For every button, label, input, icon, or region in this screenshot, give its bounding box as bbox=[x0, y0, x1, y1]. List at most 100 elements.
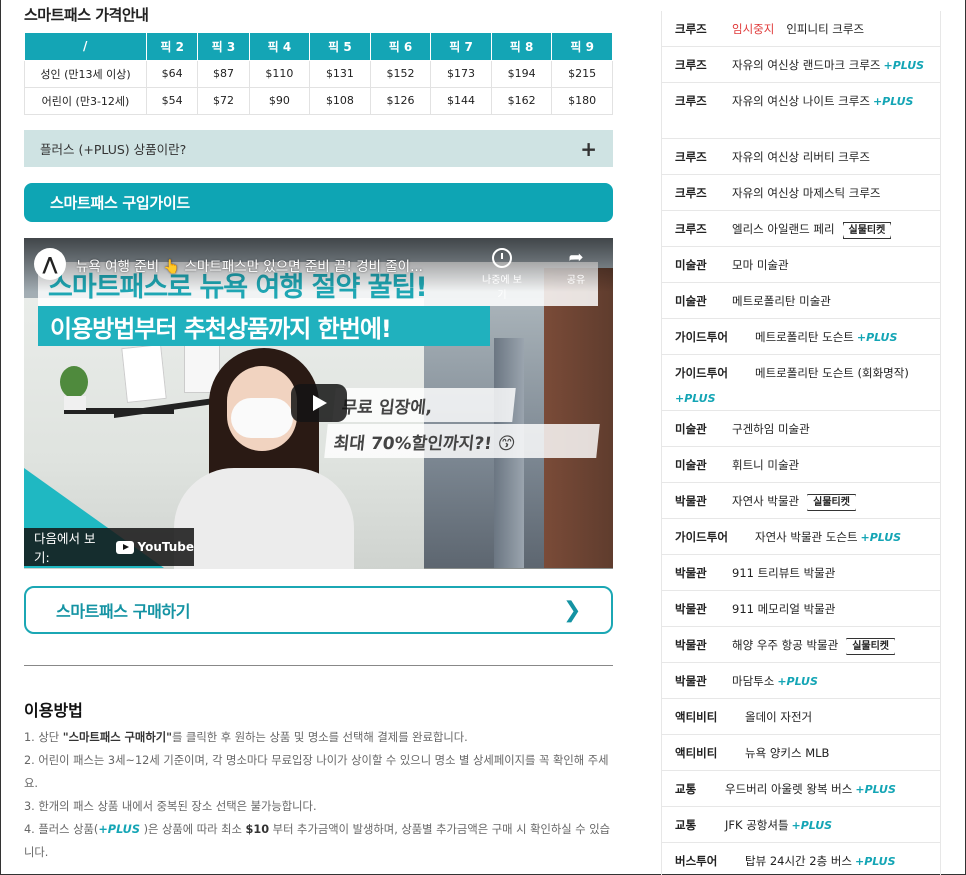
attraction-item[interactable]: 크루즈 엘리스 아일랜드 페리 실물티켓 bbox=[662, 211, 940, 247]
expand-plus-icon[interactable]: + bbox=[580, 137, 597, 161]
attraction-item[interactable]: 크루즈 자유의 여신상 나이트 크루즈 +PLUS bbox=[662, 83, 940, 139]
attraction-name-wrap: 메트로폴리탄 도슨트 (회화명작) bbox=[755, 365, 909, 381]
purchase-guide-header: 스마트패스 구입가이드 bbox=[24, 183, 613, 222]
video-title[interactable]: 뉴욕 여행 준비 👆 스마트패스만 있으면 준비 끝! 경비 줄이... bbox=[76, 255, 423, 275]
buy-smartpass-button[interactable]: 스마트패스 구매하기 ❯ bbox=[24, 586, 613, 634]
section-divider bbox=[24, 665, 613, 666]
attraction-category: 가이드투어 bbox=[675, 330, 728, 344]
attraction-category: 교통 bbox=[675, 782, 697, 796]
attraction-name-wrap: 911 메모리얼 박물관 bbox=[732, 601, 835, 617]
attraction-item[interactable]: 미술관 모마 미술관 bbox=[662, 247, 940, 283]
price-cell: $64 bbox=[145, 59, 199, 88]
plus-tag: +PLUS bbox=[860, 531, 902, 544]
watch-later-button[interactable]: 나중에 보기 bbox=[482, 248, 522, 301]
attraction-name: 자연사 박물관 도슨트 bbox=[755, 530, 858, 544]
attraction-item[interactable]: 미술관 구겐하임 미술관 bbox=[662, 411, 940, 447]
attraction-name: 마담투소 bbox=[732, 674, 775, 688]
attraction-category: 버스투어 bbox=[675, 854, 718, 868]
physical-ticket-badge: 실물티켓 bbox=[807, 494, 856, 511]
youtube-video-embed[interactable]: 스마트패스로 뉴욕 여행 절약 꿀팁! 이용방법부터 추천상품까지 한번에! 무… bbox=[24, 238, 613, 569]
price-cell: $194 bbox=[490, 59, 553, 88]
attraction-category: 박물관 bbox=[675, 494, 707, 508]
attraction-item[interactable]: 가이드투어 메트로폴리탄 도슨트 +PLUS bbox=[662, 319, 940, 355]
physical-ticket-badge: 실물티켓 bbox=[842, 222, 892, 239]
play-button[interactable] bbox=[291, 384, 347, 422]
attraction-name: 뉴욕 양키스 MLB bbox=[745, 746, 830, 760]
price-cell: $180 bbox=[551, 86, 613, 115]
attraction-name: 자유의 여신상 나이트 크루즈 bbox=[732, 94, 870, 108]
attraction-name-wrap: 모마 미술관 bbox=[732, 257, 789, 273]
attraction-item[interactable]: 박물관 911 트리뷰트 박물관 bbox=[662, 555, 940, 591]
attraction-item[interactable]: 크루즈 자유의 여신상 랜드마크 크루즈 +PLUS bbox=[662, 47, 940, 83]
attraction-category: 크루즈 bbox=[675, 58, 707, 72]
price-section-title: 스마트패스 가격안내 bbox=[24, 6, 149, 24]
channel-logo-icon[interactable]: ⋀ bbox=[34, 248, 66, 280]
attraction-name-wrap: 해양 우주 항공 박물관 실물티켓 bbox=[732, 637, 895, 655]
attraction-item[interactable]: 박물관 해양 우주 항공 박물관 실물티켓 bbox=[662, 627, 940, 663]
share-label: 공유 bbox=[566, 275, 586, 286]
attraction-item[interactable]: 가이드투어 메트로폴리탄 도슨트 (회화명작) +PLUS bbox=[662, 355, 940, 411]
price-cell: $144 bbox=[430, 86, 492, 115]
attraction-category: 크루즈 bbox=[675, 222, 707, 236]
attraction-item[interactable]: 버스투어 탑뷰 24시간 2층 버스 +PLUS bbox=[662, 843, 940, 875]
price-row-label: 성인 (만13세 이상) bbox=[24, 59, 147, 88]
video-person-body bbox=[174, 468, 354, 569]
attraction-name: 메트로폴리탄 도슨트 bbox=[755, 330, 854, 344]
attraction-name: 모마 미술관 bbox=[732, 258, 789, 272]
attraction-name: 탑뷰 24시간 2층 버스 bbox=[745, 854, 852, 868]
attraction-item[interactable]: 크루즈 임시중지 인피니티 크루즈 bbox=[662, 11, 940, 47]
watch-later-label: 나중에 보기 bbox=[482, 275, 522, 301]
attraction-item[interactable]: 액티비티 뉴욕 양키스 MLB bbox=[662, 735, 940, 771]
attraction-name-wrap: 메트로폴리탄 미술관 bbox=[732, 293, 831, 309]
usage-item: 4. 플러스 상품(+PLUS )은 상품에 따라 최소 $10 부터 추가금액… bbox=[24, 823, 610, 859]
video-plant bbox=[60, 366, 88, 398]
attraction-name: 자연사 박물관 bbox=[732, 494, 800, 508]
price-column-header: 픽 6 bbox=[369, 33, 432, 61]
attraction-name-wrap: 우드버리 아울렛 왕복 버스 +PLUS bbox=[725, 781, 896, 797]
usage-item: 1. 상단 "스마트패스 구매하기"를 클릭한 후 원하는 상품 및 명소를 선… bbox=[24, 731, 468, 744]
attraction-category: 박물관 bbox=[675, 566, 707, 580]
attraction-item[interactable]: 가이드투어 자연사 박물관 도슨트 +PLUS bbox=[662, 519, 940, 555]
attraction-category: 가이드투어 bbox=[675, 530, 728, 544]
video-bridge bbox=[544, 268, 613, 568]
price-cell: $173 bbox=[430, 59, 492, 88]
attraction-category: 박물관 bbox=[675, 638, 707, 652]
price-cell: $90 bbox=[248, 86, 311, 115]
plus-tag: +PLUS bbox=[791, 819, 833, 832]
attraction-category: 크루즈 bbox=[675, 186, 707, 200]
attraction-list: 크루즈 임시중지 인피니티 크루즈 크루즈 자유의 여신상 랜드마크 크루즈 +PLUS 크… bbox=[661, 11, 941, 875]
watch-on-youtube-button[interactable]: 다음에서 보기: YouTube bbox=[24, 528, 194, 566]
attraction-item[interactable]: 크루즈 자유의 여신상 마제스틱 크루즈 bbox=[662, 175, 940, 211]
video-person-mask bbox=[231, 398, 293, 438]
attraction-item[interactable]: 교통 JFK 공항셔틀 +PLUS bbox=[662, 807, 940, 843]
attraction-item[interactable]: 박물관 마담투소 +PLUS bbox=[662, 663, 940, 699]
price-row: 어린이 (만3-12세) $54 $72 $90 $108 $126 $144 $162 $18… bbox=[24, 86, 613, 115]
attraction-name-wrap: 탑뷰 24시간 2층 버스 +PLUS bbox=[745, 853, 896, 869]
attraction-item[interactable]: 액티비티 올데이 자전거 bbox=[662, 699, 940, 735]
attraction-item[interactable]: 크루즈 자유의 여신상 리버티 크루즈 bbox=[662, 139, 940, 175]
attraction-name: 자유의 여신상 리버티 크루즈 bbox=[732, 150, 870, 164]
youtube-play-icon bbox=[116, 540, 135, 554]
plus-faq-accordion[interactable]: 플러스 (+PLUS) 상품이란? + bbox=[24, 130, 613, 167]
price-cell: $87 bbox=[197, 59, 250, 88]
price-column-header: 픽 9 bbox=[551, 33, 613, 61]
attraction-category: 미술관 bbox=[675, 422, 707, 436]
price-column-header: 픽 4 bbox=[248, 33, 311, 61]
attraction-item[interactable]: 박물관 자연사 박물관 실물티켓 bbox=[662, 483, 940, 519]
price-row: 성인 (만13세 이상) $64 $87 $110 $131 $152 $173 $194 $2… bbox=[24, 59, 613, 88]
attraction-item[interactable]: 교통 우드버리 아울렛 왕복 버스 +PLUS bbox=[662, 771, 940, 807]
attraction-name-wrap: 자연사 박물관 실물티켓 bbox=[732, 493, 856, 511]
video-caption: 최대 70%할인까지?! 😙 bbox=[324, 424, 600, 458]
attraction-item[interactable]: 미술관 메트로폴리탄 미술관 bbox=[662, 283, 940, 319]
attraction-name-wrap: 자유의 여신상 마제스틱 크루즈 bbox=[732, 185, 881, 201]
share-button[interactable]: ➦ 공유 bbox=[556, 248, 596, 287]
attraction-name: 우드버리 아울렛 왕복 버스 bbox=[725, 782, 853, 796]
price-cell: $54 bbox=[145, 86, 199, 115]
attraction-item[interactable]: 미술관 휘트니 미술관 bbox=[662, 447, 940, 483]
price-cell: $131 bbox=[309, 59, 371, 88]
attraction-name: JFK 공항셔틀 bbox=[725, 818, 789, 832]
attraction-item[interactable]: 박물관 911 메모리얼 박물관 bbox=[662, 591, 940, 627]
usage-emphasis: "스마트패스 구매하기" bbox=[62, 731, 172, 744]
attraction-name-wrap: 구겐하임 미술관 bbox=[732, 421, 810, 437]
attraction-name-wrap: 올데이 자전거 bbox=[745, 709, 812, 725]
